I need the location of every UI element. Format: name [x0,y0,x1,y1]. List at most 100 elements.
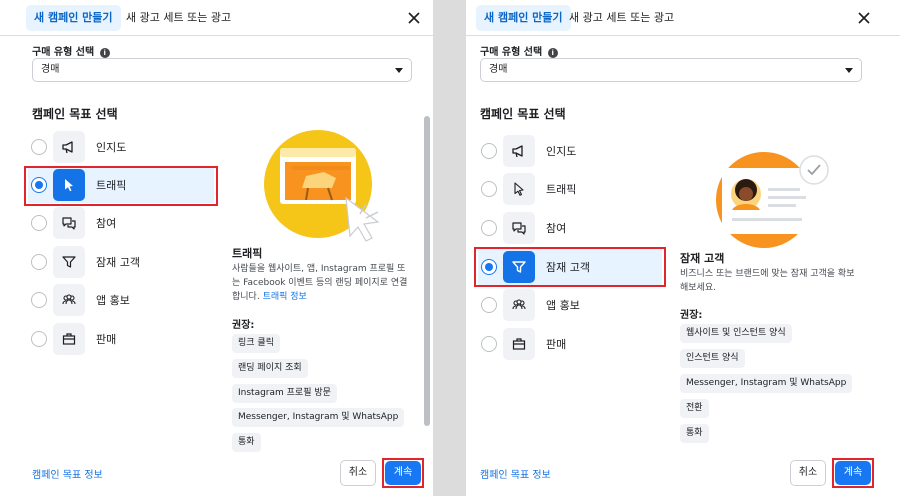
buying-type-label: 구매 유형 선택 i [32,43,110,58]
objective-option-app-promotion[interactable]: 앱 홍보 [28,282,214,318]
objective-option-app-promotion[interactable]: 앱 홍보 [478,287,664,323]
objective-option-leads[interactable]: 잠재 고객 [478,249,662,285]
cancel-button[interactable]: 취소 [790,460,826,486]
objective-info-link[interactable]: 캠페인 목표 정보 [32,466,103,481]
objective-option-sales[interactable]: 판매 [28,321,214,357]
radio-button[interactable] [31,254,47,270]
option-label: 잠재 고객 [546,261,590,274]
leads-illustration [716,152,829,248]
recommended-chip: 통화 [680,424,709,443]
dialog-tabs: 새 캠페인 만들기 새 광고 세트 또는 광고 [466,0,900,36]
close-icon[interactable] [856,10,872,26]
option-icon-box [503,135,535,167]
objective-description-title: 트래픽 [232,247,263,260]
tab-new-adset[interactable]: 새 광고 세트 또는 광고 [561,5,682,31]
option-label: 잠재 고객 [96,256,140,269]
radio-button[interactable] [31,215,47,231]
radio-button[interactable] [31,331,47,347]
option-icon-box [503,328,535,360]
radio-button[interactable] [481,181,497,197]
objective-option-traffic[interactable]: 트래픽 [28,167,214,203]
recommended-chip: Instagram 프로필 방문 [232,384,337,403]
megaphone-icon [62,141,73,154]
option-label: 앱 홍보 [96,294,130,307]
cancel-button[interactable]: 취소 [340,460,376,486]
campaign-dialog-left: 새 캠페인 만들기 새 광고 세트 또는 광고 구매 유형 선택 i 경매 캠페… [0,0,433,496]
buying-type-value: 경매 [489,64,508,75]
recommended-chip: 링크 클릭 [232,334,280,353]
info-icon[interactable]: i [547,48,558,58]
radio-button[interactable] [31,139,47,155]
option-icon-box [503,173,535,205]
option-icon-box [503,289,535,321]
scrollbar[interactable] [424,116,430,426]
option-label: 판매 [546,338,567,351]
people-icon [62,294,76,305]
objective-option-leads[interactable]: 잠재 고객 [28,244,214,280]
objective-description-text: 비즈니스 또는 브랜드에 맞는 잠재 고객을 확보해보세요. [680,269,855,293]
option-icon-box [53,131,85,163]
objective-description-title: 잠재 고객 [680,252,725,265]
objective-section-title: 캠페인 목표 선택 [480,107,566,121]
objective-option-sales[interactable]: 판매 [478,326,664,362]
buying-type-label: 구매 유형 선택 i [480,43,558,58]
recommended-chip: 통화 [232,433,261,452]
option-icon-box [53,169,85,201]
buying-type-select[interactable]: 경매 [32,58,412,82]
option-label: 인지도 [96,141,127,154]
traffic-info-link[interactable]: 트래픽 정보 [263,292,307,302]
funnel-icon [512,261,526,273]
cursor-icon [65,179,73,192]
info-icon[interactable]: i [99,48,110,58]
objective-description-text: 사람들을 웹사이트, 앱, Instagram 프로필 또는 Facebook … [232,264,408,302]
objective-option-traffic[interactable]: 트래픽 [478,171,664,207]
radio-button[interactable] [31,292,47,308]
option-label: 참여 [96,217,117,230]
radio-button-selected[interactable] [481,259,497,275]
tab-new-adset[interactable]: 새 광고 세트 또는 광고 [118,5,239,31]
option-label: 앱 홍보 [546,299,580,312]
chat-bubbles-icon [512,222,526,235]
chat-bubbles-icon [62,217,76,230]
option-icon-box [503,251,535,283]
objective-info-link[interactable]: 캠페인 목표 정보 [480,466,551,481]
recommended-label: 권장: [232,320,255,331]
option-label: 인지도 [546,145,577,158]
option-label: 판매 [96,333,117,346]
megaphone-icon [512,145,523,158]
option-icon-box [503,212,535,244]
radio-button-selected[interactable] [31,177,47,193]
people-icon [512,299,526,310]
funnel-icon [62,256,76,268]
option-icon-box [53,207,85,239]
recommended-chip: 전환 [680,399,709,418]
continue-button[interactable]: 계속 [385,461,421,485]
traffic-illustration [264,130,380,242]
buying-type-value: 경매 [41,64,60,75]
objective-option-awareness[interactable]: 인지도 [28,129,214,165]
chevron-down-icon [845,68,853,73]
objective-option-awareness[interactable]: 인지도 [478,133,664,169]
option-icon-box [53,323,85,355]
tab-new-campaign[interactable]: 새 캠페인 만들기 [26,5,121,31]
radio-button[interactable] [481,297,497,313]
briefcase-icon [62,333,76,345]
radio-button[interactable] [481,143,497,159]
continue-button[interactable]: 계속 [835,461,871,485]
cursor-icon [514,182,524,196]
recommended-chip: Messenger, Instagram 및 WhatsApp [680,374,853,393]
objective-option-engagement[interactable]: 참여 [478,210,664,246]
briefcase-icon [512,338,526,350]
option-icon-box [53,246,85,278]
radio-button[interactable] [481,220,497,236]
objective-section-title: 캠페인 목표 선택 [32,107,118,121]
tab-new-campaign[interactable]: 새 캠페인 만들기 [476,5,571,31]
recommended-chip: Messenger, Instagram 및 WhatsApp [232,408,405,427]
buying-type-select[interactable]: 경매 [480,58,862,82]
campaign-dialog-right: 새 캠페인 만들기 새 광고 세트 또는 광고 구매 유형 선택 i 경매 캠페… [466,0,900,496]
recommended-label: 권장: [680,310,703,321]
recommended-chip: 인스턴트 양식 [680,349,745,368]
close-icon[interactable] [406,10,422,26]
objective-option-engagement[interactable]: 참여 [28,205,214,241]
radio-button[interactable] [481,336,497,352]
